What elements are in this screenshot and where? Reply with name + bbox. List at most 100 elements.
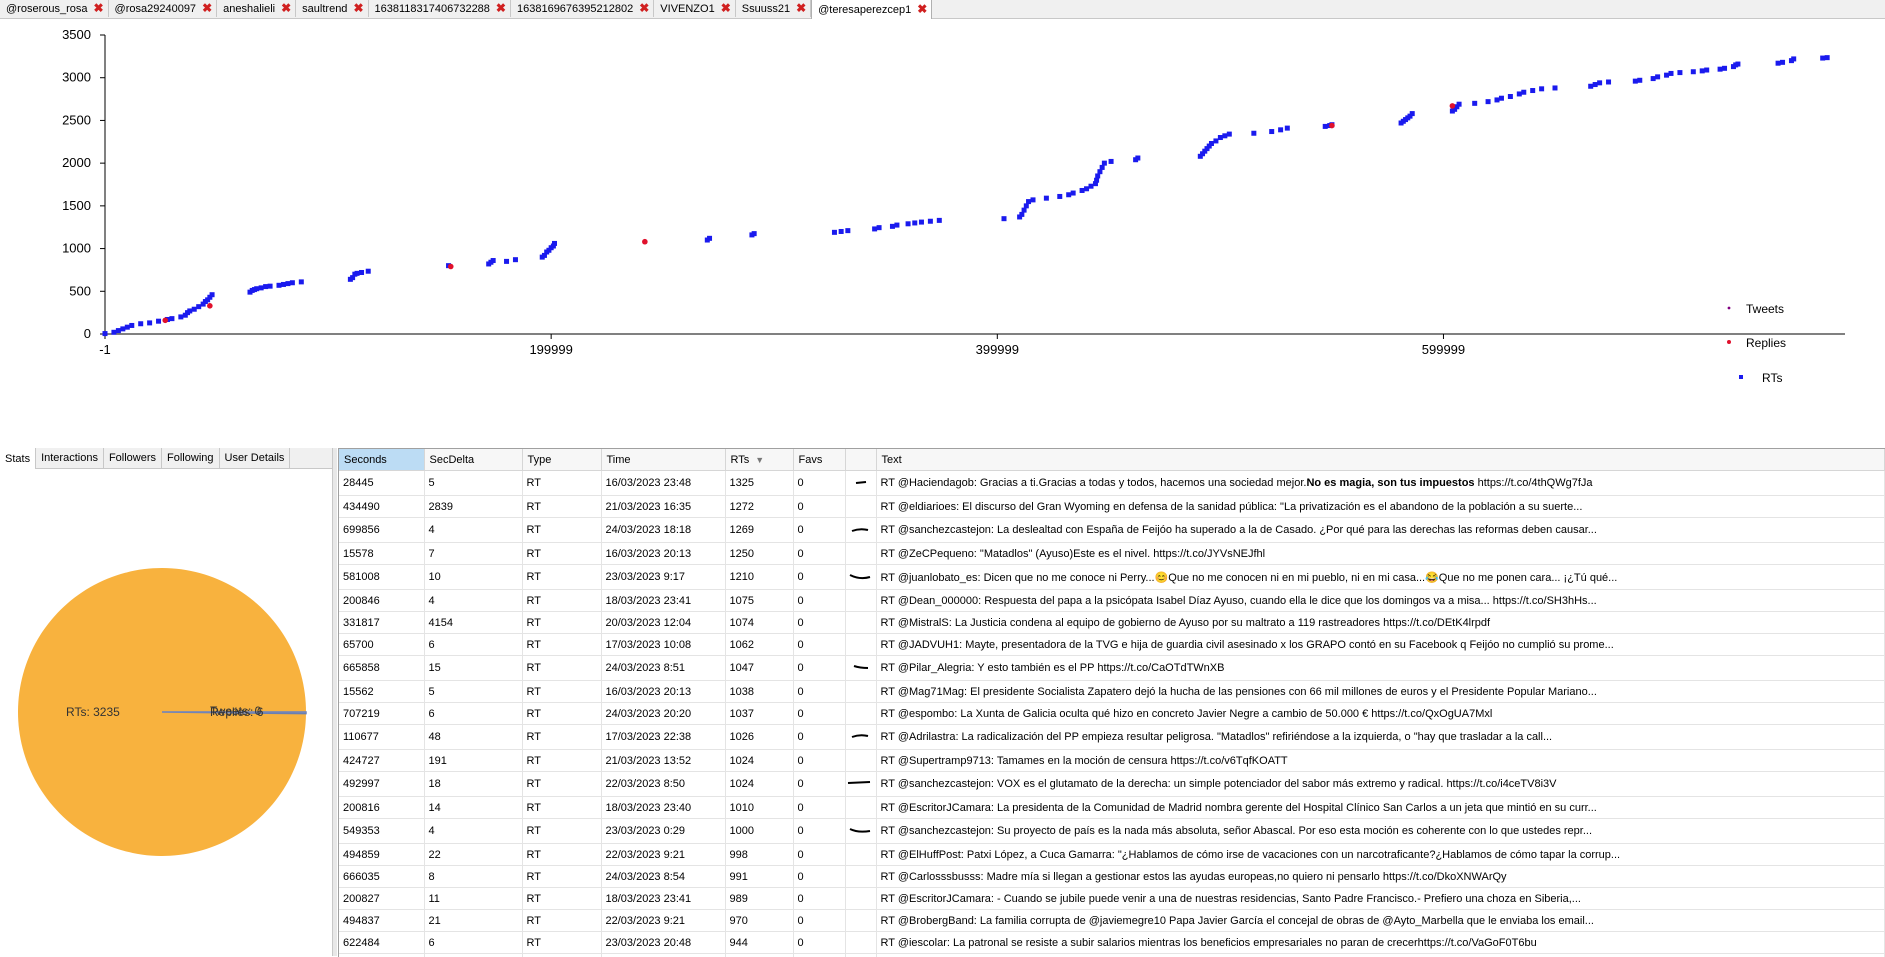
rt-point: [366, 269, 371, 274]
cell-secdelta: 2839: [424, 496, 522, 518]
close-icon[interactable]: ✖: [917, 4, 927, 15]
column-header-spark[interactable]: [845, 449, 876, 471]
cell-favs: 0: [793, 932, 845, 954]
rt-point: [1597, 80, 1602, 85]
tab-user-details[interactable]: User Details: [220, 448, 291, 468]
cell-text: RT @EscritorJCamara: La presidenta de la…: [876, 797, 1884, 819]
tab-followers[interactable]: Followers: [104, 448, 162, 468]
tab-rosa29240097[interactable]: @rosa29240097✖: [109, 0, 218, 17]
tab-interactions[interactable]: Interactions: [36, 448, 104, 468]
tab-teresaperezcep1[interactable]: @teresaperezcep1✖: [811, 0, 932, 19]
cell-text: RT @EscritorJCamara: - Cuando se jubile …: [876, 888, 1884, 910]
activity-sparkline: [845, 725, 876, 750]
rt-point: [1669, 71, 1674, 76]
cell-rts: 1074: [725, 612, 793, 634]
close-icon[interactable]: ✖: [496, 3, 506, 14]
close-icon[interactable]: ✖: [353, 3, 363, 14]
tab-saultrend[interactable]: saultrend✖: [296, 0, 368, 17]
table-row[interactable]: 2008464RT18/03/2023 23:4110750RT @Dean_0…: [339, 590, 1884, 612]
column-header-type[interactable]: Type: [522, 449, 601, 471]
table-row[interactable]: 49299718RT22/03/2023 8:5010240RT @sanche…: [339, 772, 1884, 797]
pane-splitter[interactable]: [332, 448, 337, 956]
column-header-favs[interactable]: Favs: [793, 449, 845, 471]
table-row[interactable]: 284455RT16/03/2023 23:4813250RT @Haciend…: [339, 471, 1884, 496]
cell-time: 22/03/2023 9:21: [601, 910, 725, 932]
table-row[interactable]: 20082711RT18/03/2023 23:419890RT @Escrit…: [339, 888, 1884, 910]
cell-rts: 1269: [725, 518, 793, 543]
column-header-time[interactable]: Time: [601, 449, 725, 471]
table-row[interactable]: 20081614RT18/03/2023 23:4010100RT @Escri…: [339, 797, 1884, 819]
rt-point: [839, 229, 844, 234]
table-row[interactable]: 6224846RT23/03/2023 20:489440RT @iescola…: [339, 932, 1884, 954]
column-header-seconds[interactable]: Seconds: [339, 449, 424, 471]
cell-favs: 0: [793, 634, 845, 656]
table-row[interactable]: 49485922RT22/03/2023 9:219980RT @ElHuffP…: [339, 844, 1884, 866]
tab-following[interactable]: Following: [162, 448, 219, 468]
close-icon[interactable]: ✖: [202, 3, 212, 14]
cell-favs: 0: [793, 681, 845, 703]
rt-point: [1780, 60, 1785, 65]
tab-roserous-rosa[interactable]: @roserous_rosa✖: [0, 0, 109, 17]
tab-ssuuss21[interactable]: Ssuuss21✖: [736, 0, 811, 17]
table-row[interactable]: 7072196RT24/03/2023 20:2010370RT @espomb…: [339, 703, 1884, 725]
tab-1638118317406732288[interactable]: 1638118317406732288✖: [369, 0, 511, 17]
table-row[interactable]: 6660358RT24/03/2023 8:549910RT @Carlosss…: [339, 866, 1884, 888]
tab-1638169676395212802[interactable]: 1638169676395212802✖: [511, 0, 654, 17]
cell-text: RT @iescolar: La patronal se resiste a s…: [876, 932, 1884, 954]
table-row[interactable]: 657006RT17/03/2023 10:0810620RT @JADVUH1…: [339, 634, 1884, 656]
cell-text: RT @ElHuffPost: Patxi López, a Cuca Gama…: [876, 844, 1884, 866]
rt-point: [1410, 111, 1415, 116]
rt-point: [1213, 138, 1218, 143]
rt-point: [1633, 79, 1638, 84]
table-row[interactable]: 4344902839RT21/03/2023 16:3512720RT @eld…: [339, 496, 1884, 518]
cell-type: RT: [522, 819, 601, 844]
table-row[interactable]: 3318174154RT20/03/2023 12:0410740RT @Mis…: [339, 612, 1884, 634]
close-icon[interactable]: ✖: [639, 3, 649, 14]
tab-stats[interactable]: Stats: [0, 448, 36, 469]
column-header-label: SecDelta: [430, 454, 475, 466]
cell-type: RT: [522, 725, 601, 750]
cell-secdelta: 18: [424, 772, 522, 797]
table-row[interactable]: 66585815RT24/03/2023 8:5110470RT @Pilar_…: [339, 656, 1884, 681]
rt-point: [752, 231, 757, 236]
table-row[interactable]: 49483721RT22/03/2023 9:219700RT @Broberg…: [339, 910, 1884, 932]
column-header-text[interactable]: Text: [876, 449, 1884, 471]
tab-vivenzo1[interactable]: VIVENZO1✖: [654, 0, 735, 17]
cell-secdelta: 5: [424, 681, 522, 703]
cell-favs: 0: [793, 844, 845, 866]
cell-rts: 1024: [725, 750, 793, 772]
tab-aneshalieli[interactable]: aneshalieli✖: [217, 0, 296, 17]
rt-point: [210, 292, 215, 297]
close-icon[interactable]: ✖: [721, 3, 731, 14]
cell-rts: 1037: [725, 703, 793, 725]
cell-time: 24/03/2023 8:51: [601, 656, 725, 681]
cell-rts: 991: [725, 866, 793, 888]
column-header-secdelta[interactable]: SecDelta: [424, 449, 522, 471]
close-icon[interactable]: ✖: [796, 3, 806, 14]
table-row[interactable]: 5493534RT23/03/2023 0:2910000RT @sanchez…: [339, 819, 1884, 844]
table-row[interactable]: 58100810RT23/03/2023 9:1712100RT @juanlo…: [339, 565, 1884, 590]
table-row[interactable]: 155625RT16/03/2023 20:1310380RT @Mag71Ma…: [339, 681, 1884, 703]
table-row[interactable]: 6998564RT24/03/2023 18:1812690RT @sanche…: [339, 518, 1884, 543]
cell-time: 17/03/2023 22:38: [601, 725, 725, 750]
close-icon[interactable]: ✖: [93, 3, 103, 14]
column-header-rts[interactable]: RTs▼: [725, 449, 793, 471]
table-row[interactable]: 8469012RT17/03/2023 15:259250RT @sanchez…: [339, 954, 1884, 957]
rt-point: [116, 328, 121, 333]
rt-point: [1080, 188, 1085, 193]
cell-secdelta: 7: [424, 543, 522, 565]
table-row[interactable]: 11067748RT17/03/2023 22:3810260RT @Adril…: [339, 725, 1884, 750]
rt-point: [1553, 85, 1558, 90]
activity-sparkline: [845, 471, 876, 496]
rt-point: [1517, 91, 1522, 96]
rt-point: [1593, 82, 1598, 87]
y-tick-label: 1000: [62, 241, 91, 256]
table-row[interactable]: 155787RT16/03/2023 20:1312500RT @ZeCPequ…: [339, 543, 1884, 565]
cell-text: RT @ZeCPequeno: "Matadlos" (Ayuso)Este e…: [876, 543, 1884, 565]
table-row[interactable]: 424727191RT21/03/2023 13:5210240RT @Supe…: [339, 750, 1884, 772]
close-icon[interactable]: ✖: [281, 3, 291, 14]
cell-time: 21/03/2023 13:52: [601, 750, 725, 772]
cell-favs: 0: [793, 471, 845, 496]
activity-sparkline: [845, 866, 876, 888]
column-header-label: RTs: [731, 454, 750, 466]
